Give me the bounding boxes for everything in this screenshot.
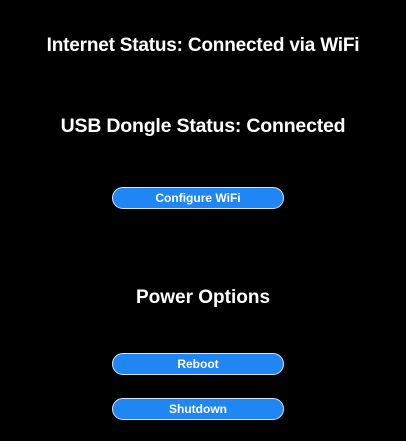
status-panel: Internet Status: Connected via WiFi USB … (0, 0, 406, 441)
power-options-heading: Power Options (135, 287, 271, 308)
internet-status-text: Internet Status: Connected via WiFi (46, 35, 360, 56)
shutdown-button[interactable]: Shutdown (112, 398, 284, 420)
usb-dongle-status-text: USB Dongle Status: Connected (60, 115, 346, 137)
reboot-button[interactable]: Reboot (112, 353, 284, 375)
configure-wifi-button[interactable]: Configure WiFi (112, 187, 284, 209)
